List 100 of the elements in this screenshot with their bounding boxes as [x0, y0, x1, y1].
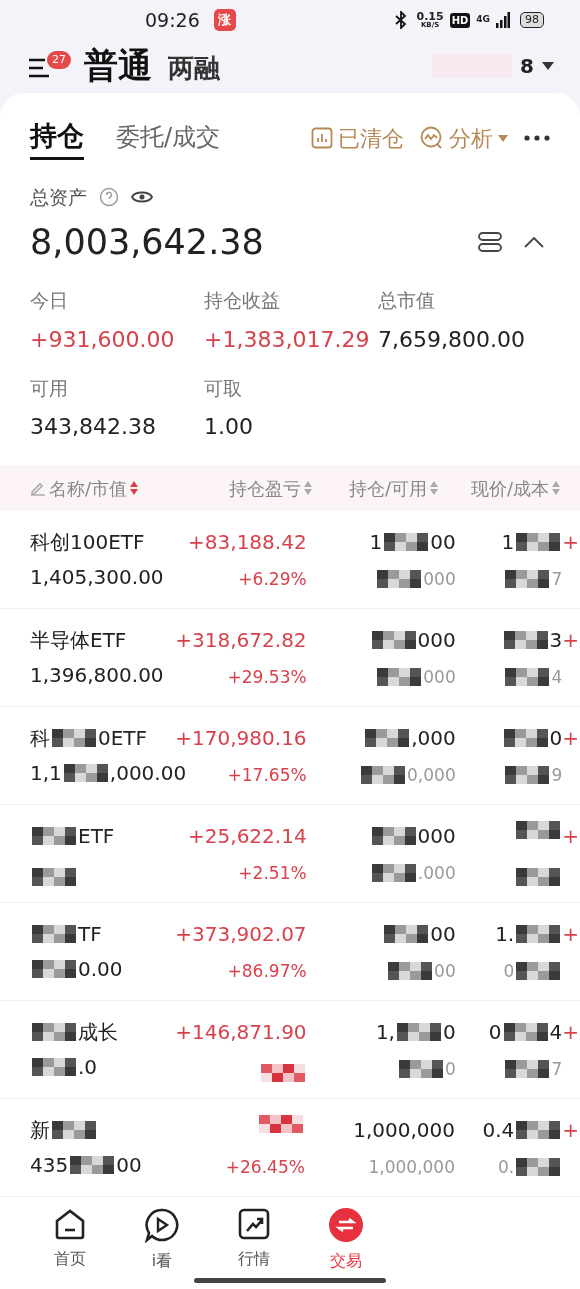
profit-loss: +318,672.82 — [175, 627, 307, 654]
column-header[interactable]: 现价/成本 — [438, 474, 560, 502]
nav-tab[interactable]: 首页 — [24, 1197, 116, 1289]
current-price: 0 — [549, 725, 563, 752]
change-sign: + — [562, 628, 579, 652]
profit-percent: +2.51% — [238, 861, 307, 885]
analysis-icon — [420, 126, 444, 150]
cost-price: 9 — [551, 763, 563, 787]
available-quantity: 000 — [423, 665, 456, 689]
current-price: 1. — [495, 921, 515, 948]
exchange-icon — [328, 1207, 364, 1243]
current-price: 0.4 — [482, 1117, 515, 1144]
stat-value: 343,842.38 — [30, 413, 157, 441]
profit-loss: +373,902.07 — [175, 921, 307, 948]
bar-chart-icon — [311, 127, 333, 149]
nav-tab[interactable]: 交易 — [300, 1197, 392, 1289]
total-assets-label: 总资产 — [30, 185, 87, 210]
network-speed: 0.15 — [416, 11, 444, 22]
market-value: ,000.00 — [109, 760, 187, 787]
account-tab[interactable]: 普通 — [84, 40, 152, 91]
available-quantity: 1,000,000 — [368, 1155, 455, 1179]
battery-indicator: 98 — [520, 12, 544, 28]
sort-icon — [430, 481, 438, 495]
change-sign: + — [562, 530, 579, 554]
nav-tab[interactable]: i看 — [116, 1197, 208, 1289]
stat-label: 持仓收益 — [204, 288, 281, 313]
sort-icon — [130, 481, 139, 495]
change-sign: + — [562, 1118, 579, 1142]
stat-label: 可用 — [30, 375, 69, 401]
holding-quantity: 000 — [417, 627, 456, 654]
profit-loss: +170,980.16 — [175, 725, 307, 752]
collapse-icon[interactable] — [524, 235, 544, 248]
hd-badge: HD — [449, 12, 471, 28]
total-assets-value: 8,003,642.38 — [30, 220, 264, 264]
notification-badge: 涨 — [213, 9, 236, 31]
change-sign: + — [562, 1020, 579, 1044]
cost-price: 7 — [551, 1057, 563, 1081]
bluetooth-icon — [394, 11, 407, 29]
holding-quantity: 1,000,000 — [353, 1117, 455, 1144]
position-tab[interactable]: 持仓 — [30, 116, 84, 160]
change-sign: + — [562, 824, 579, 848]
market-value: .0 — [78, 1054, 98, 1081]
cost-price: 4 — [551, 665, 563, 689]
market-value: 1,396,800.00 — [30, 662, 165, 689]
profit-percent: +29.53% — [227, 665, 307, 689]
home-icon — [53, 1207, 87, 1241]
notification-count: 27 — [47, 50, 71, 69]
holding-quantity: ,000 — [411, 725, 456, 752]
caret-icon — [498, 134, 508, 142]
profit-loss: +146,871.90 — [175, 1019, 307, 1046]
profit-percent: +26.45% — [225, 1155, 305, 1179]
column-header[interactable]: 名称/市值 — [30, 474, 200, 502]
available-quantity: 000 — [423, 567, 456, 591]
nav-tab[interactable]: 行情 — [208, 1197, 300, 1289]
column-header[interactable]: 持仓盈亏 — [200, 474, 312, 502]
clock: 09:26 — [145, 7, 200, 33]
profit-loss: +83,188.42 — [188, 529, 307, 556]
security-name: 成长 — [78, 1019, 118, 1046]
help-icon[interactable] — [99, 187, 119, 208]
holding-quantity: 00 — [430, 529, 456, 556]
account-number[interactable]: 8 — [520, 50, 534, 81]
security-name: 新 — [30, 1117, 50, 1144]
market-value: 435 — [30, 1152, 69, 1179]
stat-label: 今日 — [30, 288, 69, 313]
account-tab[interactable]: 两融 — [168, 49, 220, 88]
sort-icon — [552, 481, 560, 495]
available-quantity: 0 — [444, 1057, 456, 1081]
cost-price: 7 — [551, 567, 563, 591]
edit-icon — [30, 480, 46, 496]
more-icon[interactable] — [524, 135, 550, 141]
profit-percent: +86.97% — [227, 959, 307, 983]
current-price: 0 — [488, 1019, 502, 1046]
sort-icon — [304, 481, 312, 495]
current-price: 4 — [549, 1019, 563, 1046]
play-icon — [144, 1207, 180, 1243]
position-tab[interactable]: 委托/成交 — [116, 118, 221, 158]
column-header[interactable]: 持仓/可用 — [312, 474, 438, 502]
action-button[interactable]: 分析 — [420, 121, 508, 155]
cost-price: 0. — [498, 1155, 515, 1179]
profit-percent: +17.65% — [227, 763, 307, 787]
caret-icon — [542, 61, 554, 70]
market-value: 1,405,300.00 — [30, 564, 165, 591]
holding-quantity: 00 — [430, 921, 456, 948]
profit-percent: +6.29% — [238, 567, 307, 591]
stat-label: 可取 — [204, 375, 243, 401]
menu-icon[interactable] — [28, 56, 50, 79]
change-sign: + — [562, 922, 579, 946]
security-name: ETF — [78, 823, 115, 850]
action-button[interactable]: 已清仓 — [311, 121, 404, 155]
profit-loss: +25,622.14 — [188, 823, 307, 850]
security-name: 科 — [30, 725, 50, 752]
change-sign: + — [562, 726, 579, 750]
stat-label: 总市值 — [378, 288, 436, 313]
stat-value: +1,383,017.29 — [204, 325, 371, 354]
security-name: 科创100ETF — [30, 529, 146, 556]
trend-icon — [237, 1207, 271, 1241]
layout-icon[interactable] — [478, 231, 502, 252]
current-price: 3 — [549, 627, 563, 654]
holding-quantity: 0 — [443, 1019, 456, 1046]
holding-quantity: 000 — [417, 823, 456, 850]
